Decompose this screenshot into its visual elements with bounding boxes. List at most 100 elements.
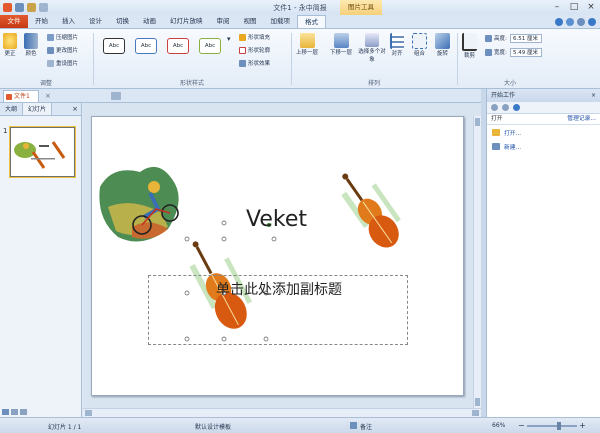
select-multiple-button[interactable]: 选择多个对象 [358, 33, 386, 63]
brightness-icon [3, 33, 17, 49]
shape-style-4[interactable]: Abc [199, 38, 221, 54]
shape-style-1[interactable]: Abc [103, 38, 125, 54]
normal-view-icon[interactable] [2, 409, 9, 415]
open-section-label: 打开 [491, 116, 503, 122]
status-bar: 幻灯片 1 / 1 默认设计模板 备注 66% − + [0, 417, 600, 433]
task-pane: 开始工作 × 打开 管理记录... 打开... 新建... [486, 89, 600, 417]
shape-style-2[interactable]: Abc [135, 38, 157, 54]
reset-picture-icon [47, 59, 54, 67]
bring-forward-button[interactable]: 上移一层 [296, 33, 318, 56]
color-button[interactable]: 颜色 [24, 33, 38, 57]
tab-animation[interactable]: 动画 [136, 15, 163, 28]
send-backward-button[interactable]: 下移一层 [330, 33, 352, 56]
minimize-icon[interactable]: – [550, 1, 564, 13]
tab-view[interactable]: 视图 [237, 15, 264, 28]
manage-records-link[interactable]: 管理记录... [567, 114, 596, 124]
slides-panel: 大纲 幻灯片 × 1 [0, 103, 82, 417]
slideshow-view-icon[interactable] [20, 409, 27, 415]
ribbon-tabs: 文件 开始 插入 设计 切换 动画 幻灯片放映 审阅 视图 加载项 格式 [0, 15, 600, 29]
vertical-scrollbar[interactable] [473, 116, 481, 408]
shape-outline-button[interactable]: 形状轮廓 [239, 46, 270, 54]
style-gallery-more-button[interactable]: ▾ [227, 35, 231, 43]
tab-transitions[interactable]: 切换 [109, 15, 136, 28]
group-icon [412, 33, 427, 49]
scroll-right-icon[interactable] [472, 410, 479, 416]
tab-design[interactable]: 设计 [82, 15, 109, 28]
align-button[interactable]: 对齐 [390, 33, 404, 57]
sorter-view-icon[interactable] [11, 409, 18, 415]
align-icon [390, 33, 404, 49]
select-icon [365, 33, 379, 47]
width-icon [485, 48, 492, 56]
change-picture-icon [47, 46, 54, 54]
bring-forward-icon [299, 33, 315, 48]
notes-button[interactable]: 备注 [360, 422, 372, 431]
tab-home[interactable]: 开始 [28, 15, 55, 28]
new-tab-icon[interactable] [111, 92, 121, 100]
shape-fill-button[interactable]: 形状填充 [239, 33, 270, 41]
close-icon[interactable]: × [584, 1, 598, 13]
divider [291, 33, 292, 85]
crop-button[interactable]: 裁剪 [462, 33, 477, 59]
task-pane-close-icon[interactable]: × [591, 89, 596, 102]
back-icon[interactable] [491, 104, 498, 111]
subtitle-placeholder[interactable]: 单击此处添加副标题 [148, 275, 408, 345]
scroll-left-icon[interactable] [85, 410, 92, 416]
shape-style-3[interactable]: Abc [167, 38, 189, 54]
title-bar: 文件1 - 永中简报 图片工具 – □ × [0, 0, 600, 15]
folder-icon [492, 128, 500, 136]
zoom-level: 66% [492, 422, 506, 429]
fill-icon [239, 33, 246, 41]
violin-clipart-top[interactable] [332, 162, 411, 253]
open-link[interactable]: 打开... [487, 125, 600, 139]
tab-slides[interactable]: 幻灯片 [22, 103, 53, 115]
tab-format[interactable]: 格式 [297, 15, 326, 28]
settings-icon[interactable] [577, 17, 585, 26]
slide-title[interactable]: Veket [246, 207, 307, 232]
horizontal-scrollbar[interactable] [83, 408, 481, 417]
new-link[interactable]: 新建... [487, 139, 600, 153]
slide-thumbnail[interactable] [10, 127, 75, 177]
compress-picture-button[interactable]: 压缩图片 [47, 33, 78, 41]
help-icon[interactable] [588, 17, 596, 26]
divider [93, 33, 94, 85]
change-picture-button[interactable]: 更改图片 [47, 46, 78, 54]
forward-icon[interactable] [502, 104, 509, 111]
height-label: 高度: [485, 34, 507, 42]
slide-artwork [99, 162, 411, 342]
tab-file[interactable]: 文件 [0, 15, 28, 28]
correct-button[interactable]: 更正 [3, 33, 17, 57]
tab-insert[interactable]: 插入 [55, 15, 82, 28]
zoom-slider-handle[interactable] [557, 422, 561, 430]
tab-review[interactable]: 审阅 [210, 15, 237, 28]
tab-slideshow[interactable]: 幻灯片放映 [163, 15, 210, 28]
tab-addins[interactable]: 加载项 [264, 15, 298, 28]
zoom-slider[interactable] [527, 425, 577, 427]
home-icon[interactable] [513, 104, 520, 111]
group-button[interactable]: 组合 [412, 33, 427, 57]
reset-picture-button[interactable]: 重设图片 [47, 59, 78, 67]
cyclist-clipart[interactable] [99, 166, 179, 242]
tab-outline[interactable]: 大纲 [0, 103, 22, 115]
close-document-icon[interactable]: × [45, 92, 51, 100]
maximize-icon[interactable]: □ [567, 1, 581, 13]
shape-effect-button[interactable]: 形状效果 [239, 59, 270, 67]
sync-icon[interactable] [566, 17, 574, 26]
zoom-out-icon[interactable]: − [518, 421, 525, 430]
zoom-in-icon[interactable]: + [579, 421, 586, 430]
rotate-button[interactable]: 旋转 [435, 33, 450, 57]
thumbnail-preview [14, 141, 66, 169]
close-panel-icon[interactable]: × [72, 103, 81, 115]
scroll-down-icon[interactable] [475, 398, 480, 406]
new-file-icon [492, 142, 500, 150]
send-backward-icon [333, 33, 349, 48]
width-input[interactable]: 5.49 厘米 [510, 48, 542, 57]
document-tab-file1[interactable]: 文件1 [3, 90, 39, 102]
notes-icon[interactable] [350, 422, 357, 429]
group-label-shape-style: 形状样式 [179, 80, 204, 87]
info-icon[interactable] [555, 17, 563, 26]
slide[interactable]: Veket 单击此处添加副标题 [91, 116, 464, 396]
effect-icon [239, 59, 246, 67]
scroll-up-icon[interactable] [475, 118, 480, 126]
height-input[interactable]: 6.51 厘米 [510, 34, 542, 43]
